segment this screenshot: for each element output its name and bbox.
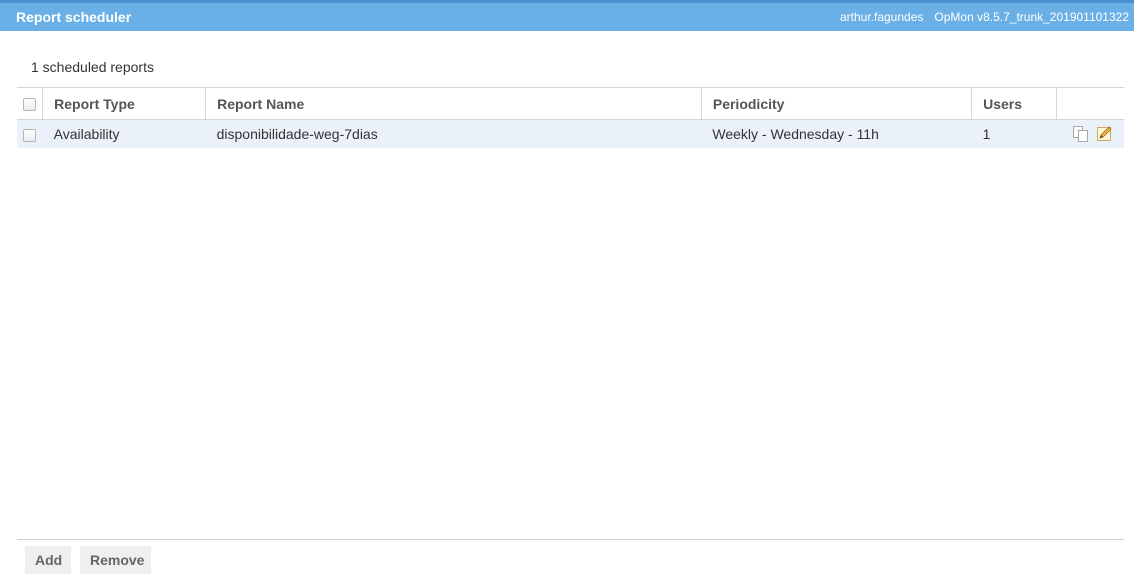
column-header-report-name[interactable]: Report Name <box>205 87 702 120</box>
column-header-report-type[interactable]: Report Type <box>42 87 206 120</box>
row-select-cell <box>17 119 43 148</box>
footer-divider <box>17 539 1124 540</box>
username-label: arthur.fagundes <box>839 10 924 24</box>
select-all-checkbox[interactable] <box>23 98 37 112</box>
scheduled-reports-count: 1 scheduled reports <box>31 59 154 75</box>
top-header-bar: Report scheduler arthur.fagundes OpMon v… <box>0 0 1134 31</box>
cell-actions <box>1056 119 1124 148</box>
cell-periodicity: Weekly - Wednesday - 11h <box>701 119 972 148</box>
table-row[interactable]: Availability disponibilidade-weg-7dias W… <box>17 119 1124 148</box>
column-header-users[interactable]: Users <box>971 87 1057 120</box>
select-all-cell <box>17 87 43 120</box>
remove-button[interactable]: Remove <box>80 546 151 574</box>
header-user-info: arthur.fagundes OpMon v8.5.7_trunk_20190… <box>840 10 1134 24</box>
column-header-actions <box>1056 87 1124 120</box>
copy-icon[interactable] <box>1072 125 1089 143</box>
cell-users: 1 <box>971 119 1057 148</box>
edit-pencil-icon[interactable] <box>1096 125 1113 142</box>
page-title: Report scheduler <box>16 9 132 25</box>
add-button[interactable]: Add <box>25 546 71 574</box>
version-label: OpMon v8.5.7_trunk_201901101322 <box>934 10 1129 24</box>
cell-report-name: disponibilidade-weg-7dias <box>205 119 702 148</box>
reports-table: Report Type Report Name Periodicity User… <box>17 87 1124 148</box>
cell-report-type: Availability <box>42 119 206 148</box>
column-header-periodicity[interactable]: Periodicity <box>700 87 972 120</box>
row-checkbox[interactable] <box>23 128 37 142</box>
table-header-row: Report Type Report Name Periodicity User… <box>17 87 1124 120</box>
